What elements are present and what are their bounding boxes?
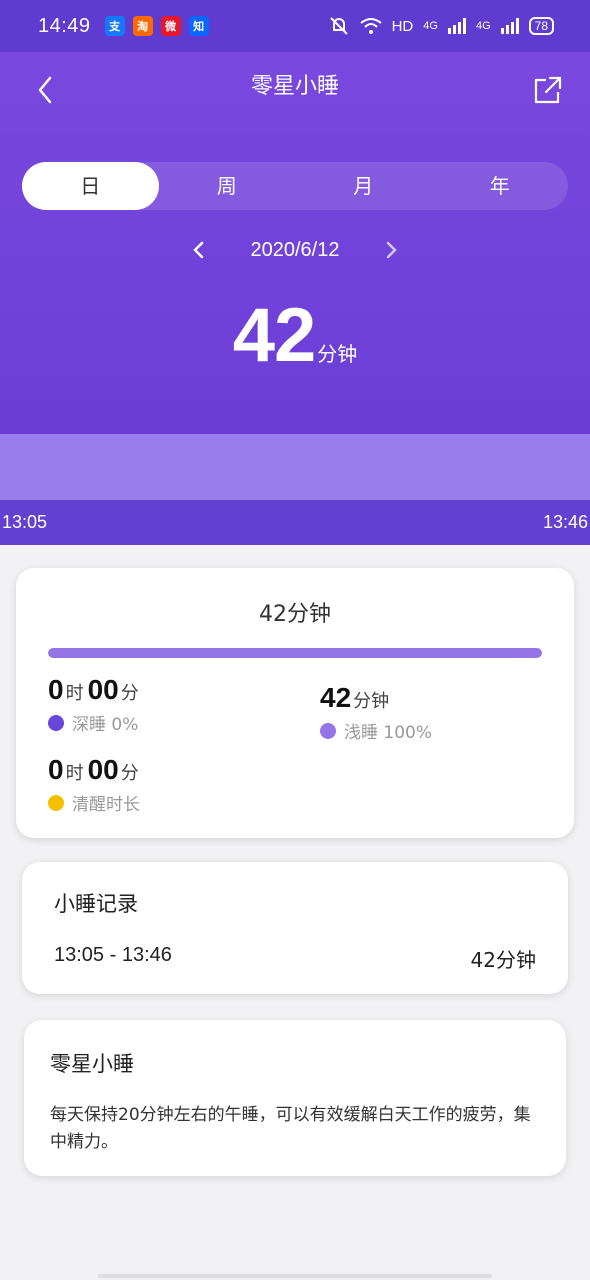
mute-icon (329, 17, 348, 35)
total-duration: 42 分钟 (0, 292, 590, 379)
light-minutes: 42 (320, 682, 352, 713)
date-selector: 2020/6/12 (0, 238, 590, 262)
deep-hours: 0 (48, 674, 64, 705)
header: 零星小睡 日 周 月 年 2020/6/12 42 分钟 (0, 52, 590, 434)
sleep-summary-card: 42分钟 0 时 00 分 深睡 0% 42 分钟 浅睡 100% 0 时 00 分 清醒时长 (16, 568, 574, 838)
share-icon[interactable] (528, 70, 568, 110)
prev-date-icon[interactable] (187, 238, 211, 262)
awake-stat: 0 时 00 分 清醒时长 (48, 754, 143, 815)
next-date-icon[interactable] (379, 238, 403, 262)
status-time: 14:49 (38, 14, 91, 37)
signal-1-icon: 4G (423, 20, 438, 32)
signal-bars-icon (447, 18, 466, 34)
tab-year[interactable]: 年 (432, 162, 569, 210)
awake-dot (48, 794, 64, 811)
hd-badge: HD (391, 17, 414, 35)
awake-hours-unit: 时 (65, 763, 84, 784)
status-right: HD 4G 4G 78 (328, 16, 554, 36)
light-sleep-label: 浅睡 100% (344, 723, 433, 743)
deep-sleep-dot (48, 714, 64, 731)
awake-hours: 0 (48, 754, 64, 785)
page-title: 零星小睡 (250, 74, 339, 99)
record-duration: 42分钟 (470, 948, 536, 972)
nap-tip-card: 零星小睡 每天保持20分钟左右的午睡，可以有效缓解白天工作的疲劳，集中精力。 (24, 1020, 566, 1176)
home-indicator[interactable] (98, 1274, 492, 1278)
tab-week[interactable]: 周 (159, 162, 296, 210)
deep-minutes: 00 (87, 674, 119, 705)
weibo-icon: 微 (160, 16, 181, 36)
timeline-axis: 13:05 13:46 (0, 500, 590, 545)
taobao-icon: 淘 (132, 16, 153, 36)
deep-sleep-label: 深睡 0% (72, 715, 139, 735)
sleep-timeline-bar (0, 434, 590, 500)
timeline-start-label: 13:05 (2, 512, 48, 532)
light-sleep-dot (320, 722, 336, 739)
sleep-ratio-bar (48, 648, 542, 658)
deep-minutes-unit: 分 (120, 683, 139, 704)
awake-minutes: 00 (87, 754, 119, 785)
wifi-icon (359, 18, 382, 34)
summary-title: 42分钟 (259, 602, 331, 627)
status-app-icons: 支 淘 微 知 (104, 16, 209, 36)
signal-bars-2-icon (500, 18, 519, 34)
awake-minutes-unit: 分 (120, 763, 139, 784)
nap-records-card: 小睡记录 13:05 - 13:46 42分钟 (22, 862, 568, 994)
timeline-end-label: 13:46 (542, 512, 588, 532)
tab-day[interactable]: 日 (22, 162, 159, 210)
status-bar: 14:49 支 淘 微 知 HD 4G 4G 78 (0, 0, 590, 52)
total-duration-unit: 分钟 (317, 342, 358, 366)
deep-hours-unit: 时 (65, 683, 84, 704)
alipay-icon: 支 (104, 16, 125, 36)
awake-label: 清醒时长 (72, 795, 140, 815)
current-date: 2020/6/12 (250, 238, 340, 261)
light-sleep-stat: 42 分钟 浅睡 100% (320, 682, 432, 743)
light-sleep-fill (48, 648, 542, 658)
nav-bar: 零星小睡 (0, 52, 590, 132)
battery-icon: 78 (528, 17, 554, 35)
light-minutes-unit: 分钟 (353, 691, 390, 712)
total-duration-value: 42 (232, 293, 317, 378)
tab-month[interactable]: 月 (295, 162, 432, 210)
deep-sleep-stat: 0 时 00 分 深睡 0% (48, 674, 143, 735)
signal-2-icon: 4G (475, 20, 491, 32)
period-tabs: 日 周 月 年 (22, 162, 568, 210)
records-title: 小睡记录 (54, 892, 138, 916)
tip-text: 每天保持20分钟左右的午睡，可以有效缓解白天工作的疲劳，集中精力。 (50, 1105, 531, 1152)
tip-title: 零星小睡 (50, 1052, 134, 1076)
record-time-range: 13:05 - 13:46 (54, 944, 172, 966)
zhihu-icon: 知 (188, 16, 209, 36)
